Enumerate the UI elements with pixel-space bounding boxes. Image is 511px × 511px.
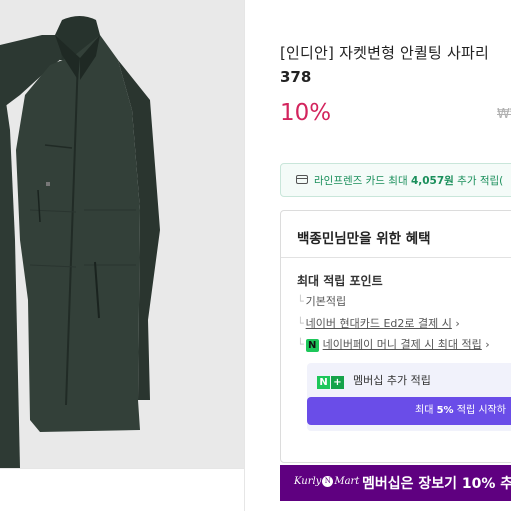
benefit-divider [281, 257, 511, 258]
card-benefit-banner[interactable]: 라인프렌즈 카드 최대 4,057원 추가 적립( [280, 163, 511, 197]
card-icon [296, 175, 308, 184]
plus-icon: + [331, 376, 344, 389]
tree-connector-icon: └ [297, 295, 304, 308]
tree-connector-icon: └ [297, 317, 304, 330]
membership-panel: N + 멤버십 추가 적립 최대 5% 적립 시작하 [307, 363, 511, 431]
naver-pay-row[interactable]: └ N 네이버페이 머니 결제 시 최대 적립 › [297, 336, 490, 352]
kurly-banner-text: 멤버십은 장보기 10% 추 [362, 476, 511, 492]
benefit-panel: 백종민님만을 위한 혜택 최대 적립 포인트 └ 기본적립 └ 네이버 현대카드 E… [280, 210, 511, 463]
card-benefit-text: 라인프렌즈 카드 최대 4,057원 추가 적립( [314, 175, 504, 187]
product-title: [인디안] 자켓변형 안퀼팅 사파리 [280, 44, 490, 62]
naver-pay-icon: N [305, 338, 319, 352]
product-image [0, 0, 244, 468]
naver-n-icon: N [317, 376, 330, 389]
membership-label: 멤버십 추가 적립 [353, 374, 431, 387]
basic-points-label: 기본적립 [305, 295, 347, 308]
naver-card-row[interactable]: └ 네이버 현대카드 Ed2로 결제 시 › [297, 315, 460, 331]
card-benefit-amount: 4,057원 [410, 175, 454, 187]
image-bottom-divider [0, 468, 244, 469]
start-membership-button[interactable]: 최대 5% 적립 시작하 [307, 397, 511, 425]
max-points-label: 최대 적립 포인트 [297, 274, 383, 288]
original-price: ₩₩ [497, 107, 511, 122]
kurly-n-mart-logo: Kurly N Mart [294, 476, 360, 487]
kurly-mart-banner[interactable]: Kurly N Mart 멤버십은 장보기 10% 추 [280, 465, 511, 501]
basic-points-row: └ 기본적립 [297, 293, 346, 309]
naver-card-link[interactable]: 네이버 현대카드 Ed2로 결제 시 [306, 317, 452, 330]
benefit-header: 백종민님만을 위한 혜택 [297, 231, 431, 247]
product-title-line2: 378 [280, 68, 312, 86]
chevron-right-icon: › [455, 317, 460, 330]
panel-divider [244, 0, 245, 511]
discount-rate: 10% [280, 100, 332, 126]
naver-pay-link[interactable]: 네이버페이 머니 결제 시 최대 적립 [323, 338, 482, 351]
chevron-right-icon: › [485, 338, 490, 351]
membership-badge: N + [317, 372, 344, 391]
tree-connector-icon: └ [297, 338, 304, 351]
jacket-illustration [0, 0, 244, 468]
